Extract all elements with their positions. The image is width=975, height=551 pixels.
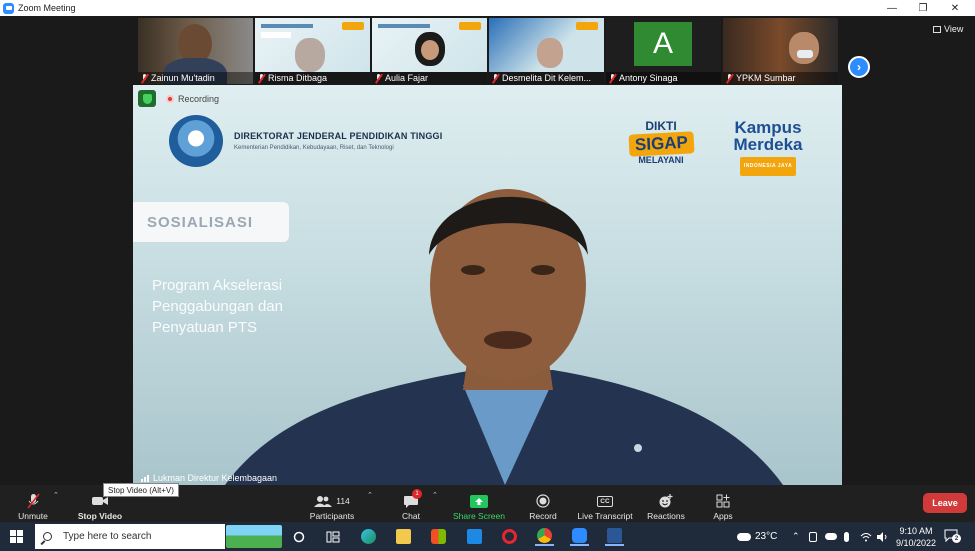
tray-device-icon[interactable] [809, 522, 817, 551]
record-button[interactable]: Record [526, 487, 560, 521]
taskbar-clock[interactable]: 9:10 AM 9/10/2022 [895, 525, 937, 549]
active-speaker-video: Recording DIREKTORAT JENDERAL PENDIDIKAN… [133, 85, 842, 485]
signal-bars-icon [141, 474, 150, 482]
participants-options-caret-icon[interactable]: ⌃ [367, 491, 373, 499]
search-highlight-image [226, 525, 282, 548]
leave-meeting-button[interactable]: Leave [923, 493, 967, 513]
mic-muted-icon [375, 73, 382, 83]
search-icon [43, 532, 52, 541]
windows-start-icon[interactable] [10, 530, 23, 543]
live-transcript-button[interactable]: CC Live Transcript [575, 487, 635, 521]
share-screen-button[interactable]: Share Screen [451, 487, 507, 521]
participant-thumbnail[interactable]: YPKM Sumbar [723, 18, 838, 84]
share-screen-icon [469, 494, 489, 508]
widgets-icon[interactable] [323, 527, 342, 546]
chat-unread-badge: 1 [412, 489, 422, 499]
grid-icon [933, 25, 941, 33]
participant-name: Desmelita Dit Kelem... [489, 72, 604, 84]
audio-options-caret-icon[interactable]: ⌃ [53, 491, 59, 499]
participant-thumbnail[interactable]: Risma Ditbaga [255, 18, 370, 84]
participant-avatar: A [634, 22, 692, 66]
record-icon [533, 494, 553, 508]
participant-name: Antony Sinaga [606, 72, 721, 84]
closed-caption-icon: CC [595, 494, 615, 508]
mic-muted-icon [609, 73, 616, 83]
mic-muted-icon [258, 73, 265, 83]
mic-muted-icon [492, 73, 499, 83]
next-page-arrow-icon[interactable]: › [848, 56, 870, 78]
edge-browser-icon[interactable] [359, 527, 378, 546]
file-explorer-icon[interactable] [394, 527, 413, 546]
participant-thumbnail[interactable]: Desmelita Dit Kelem... [489, 18, 604, 84]
microsoft-store-icon[interactable] [429, 527, 448, 546]
word-icon[interactable] [605, 527, 624, 546]
chrome-browser-icon[interactable] [535, 527, 554, 546]
participant-name: Aulia Fajar [372, 72, 487, 84]
participant-thumbnail[interactable]: Zainun Mu'tadin [138, 18, 253, 84]
apps-button[interactable]: Apps [709, 487, 737, 521]
participant-thumbnail[interactable]: A Antony Sinaga [606, 18, 721, 84]
reactions-button[interactable]: Reactions [645, 487, 687, 521]
participant-thumbnail[interactable]: Aulia Fajar [372, 18, 487, 84]
volume-icon[interactable] [876, 522, 888, 551]
microphone-icon[interactable] [844, 522, 849, 551]
participant-name: YPKM Sumbar [723, 72, 838, 84]
participant-name: Risma Ditbaga [255, 72, 370, 84]
participants-button[interactable]: 114 Participants [306, 487, 358, 521]
window-title: Zoom Meeting [18, 3, 76, 13]
mic-muted-icon [23, 493, 43, 509]
meeting-area: Zainun Mu'tadin Risma Ditbaga Aulia Faja… [0, 16, 975, 485]
minimize-button[interactable]: — [877, 0, 907, 16]
zoom-app-icon [3, 2, 14, 14]
view-button[interactable]: View [933, 24, 963, 34]
notification-count: 2 [952, 534, 961, 543]
unmute-button[interactable]: Unmute [14, 487, 52, 521]
close-button[interactable]: ✕ [940, 0, 970, 16]
participant-name: Zainun Mu'tadin [138, 72, 253, 84]
onedrive-icon[interactable] [825, 522, 837, 551]
mic-muted-icon [726, 73, 733, 83]
participants-icon: 114 [310, 494, 354, 508]
participants-count: 114 [336, 496, 350, 506]
cloud-icon [737, 532, 751, 541]
wifi-icon[interactable] [860, 522, 872, 551]
chat-button[interactable]: 1 Chat [396, 487, 426, 521]
restore-button[interactable]: ❐ [908, 0, 938, 16]
participant-thumbnail-strip: Zainun Mu'tadin Risma Ditbaga Aulia Faja… [138, 18, 840, 84]
chat-options-caret-icon[interactable]: ⌃ [432, 491, 438, 499]
speaker-name-label: Lukman Direktur Kelembagaan [141, 473, 277, 483]
taskbar-search-box[interactable]: Type here to search [35, 524, 225, 549]
windows-taskbar: Type here to search 23°C ⌃ 9:10 AM 9/10/… [0, 522, 975, 551]
speaker-figure [225, 189, 783, 485]
opera-browser-icon[interactable] [500, 527, 519, 546]
zoom-taskbar-icon[interactable] [570, 527, 589, 546]
window-titlebar: Zoom Meeting — ❐ ✕ [0, 0, 975, 16]
smiley-plus-icon [656, 494, 676, 508]
task-view-icon[interactable] [289, 527, 308, 546]
mail-icon[interactable] [465, 527, 484, 546]
weather-widget[interactable]: 23°C [737, 522, 777, 551]
show-hidden-icons-caret[interactable]: ⌃ [792, 522, 800, 551]
stop-video-tooltip: Stop Video (Alt+V) [103, 483, 179, 497]
mic-muted-icon [141, 73, 148, 83]
notification-center-icon[interactable]: 2 [944, 528, 961, 544]
apps-icon [713, 494, 733, 508]
chat-bubble-icon: 1 [401, 489, 422, 508]
